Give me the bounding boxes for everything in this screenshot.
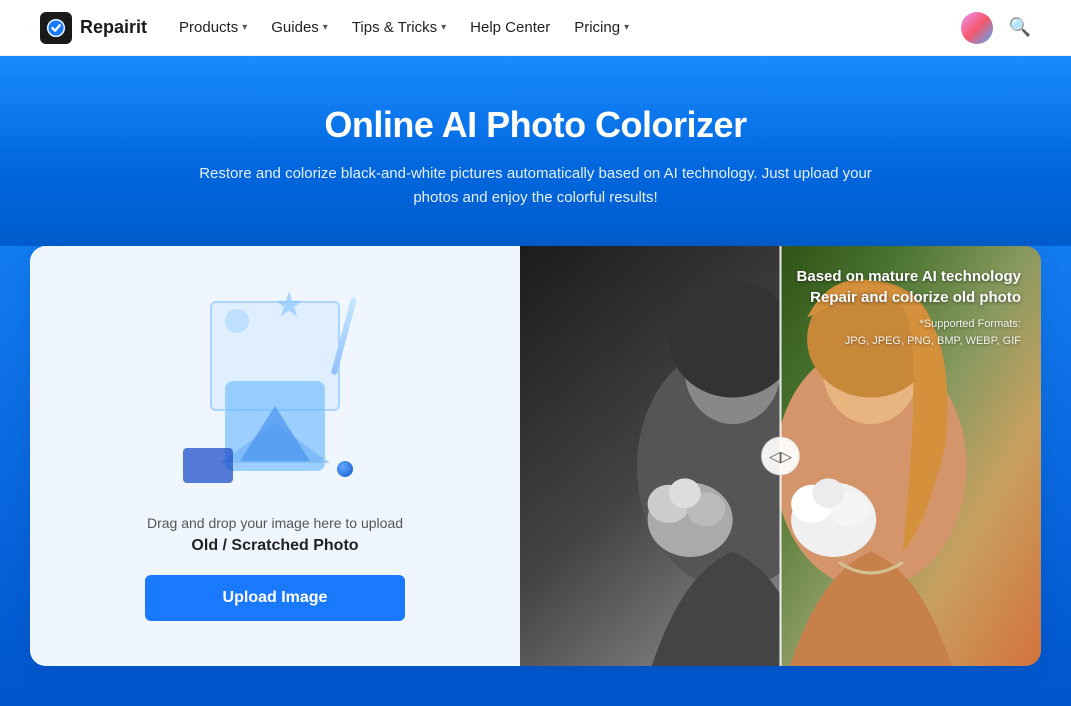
photo-overlay-text: Based on mature AI technology Repair and… bbox=[797, 266, 1021, 349]
nav-pricing[interactable]: Pricing ▾ bbox=[574, 19, 629, 36]
chevron-down-icon: ▾ bbox=[441, 22, 446, 33]
nav-tips-tricks[interactable]: Tips & Tricks ▾ bbox=[352, 19, 446, 36]
hero: Online AI Photo Colorizer Restore and co… bbox=[0, 56, 1071, 246]
logo-icon bbox=[40, 12, 72, 44]
upload-illustration bbox=[165, 291, 385, 491]
logo-link[interactable]: Repairit bbox=[40, 12, 147, 44]
hero-subtitle: Restore and colorize black-and-white pic… bbox=[176, 162, 896, 210]
upload-image-button[interactable]: Upload Image bbox=[145, 575, 405, 621]
overlay-title-line2: Repair and colorize old photo bbox=[797, 287, 1021, 308]
nav-products[interactable]: Products ▾ bbox=[179, 19, 247, 36]
chevron-down-icon: ▾ bbox=[624, 22, 629, 33]
brand-name: Repairit bbox=[80, 17, 147, 38]
illus-sun bbox=[225, 309, 249, 333]
upload-panel: Drag and drop your image here to upload … bbox=[30, 246, 520, 666]
chevron-down-icon: ▾ bbox=[323, 22, 328, 33]
illus-ball bbox=[337, 461, 353, 477]
chevron-down-icon: ▾ bbox=[242, 22, 247, 33]
drag-drop-text: Drag and drop your image here to upload bbox=[147, 515, 403, 531]
avatar[interactable] bbox=[961, 12, 993, 44]
illus-rect bbox=[183, 448, 233, 483]
nav-guides[interactable]: Guides ▾ bbox=[271, 19, 328, 36]
nav-items: Products ▾ Guides ▾ Tips & Tricks ▾ Help… bbox=[179, 19, 929, 36]
photo-type-label: Old / Scratched Photo bbox=[191, 537, 358, 555]
hero-section: Online AI Photo Colorizer Restore and co… bbox=[0, 56, 1071, 706]
photo-panel: ◁▷ Based on mature AI technology Repair … bbox=[520, 246, 1041, 666]
hero-title: Online AI Photo Colorizer bbox=[40, 104, 1031, 146]
overlay-support-label: *Supported Formats: JPG, JPEG, PNG, BMP,… bbox=[797, 316, 1021, 349]
main-card: Drag and drop your image here to upload … bbox=[30, 246, 1041, 666]
illus-box bbox=[225, 381, 325, 471]
navbar: Repairit Products ▾ Guides ▾ Tips & Tric… bbox=[0, 0, 1071, 56]
nav-help-center[interactable]: Help Center bbox=[470, 19, 550, 36]
nav-right: 🔍 bbox=[961, 12, 1031, 44]
search-icon[interactable]: 🔍 bbox=[1009, 17, 1031, 38]
svg-text:◁▷: ◁▷ bbox=[769, 449, 792, 465]
overlay-title-line1: Based on mature AI technology bbox=[797, 266, 1021, 287]
